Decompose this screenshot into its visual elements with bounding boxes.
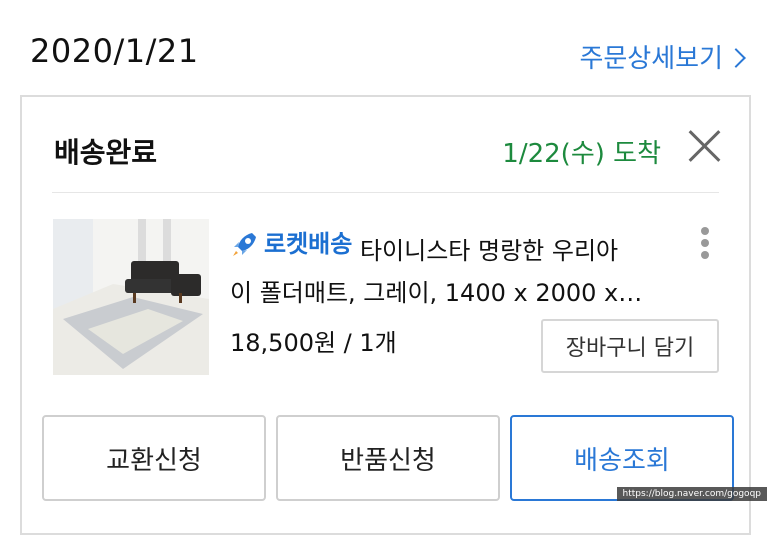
exchange-button[interactable]: 교환신청 (42, 415, 266, 501)
return-button[interactable]: 반품신청 (276, 415, 500, 501)
divider (52, 192, 719, 193)
close-icon[interactable] (687, 129, 721, 163)
order-detail-label: 주문상세보기 (579, 44, 723, 74)
arrival-date: 1/22(수) 도착 (502, 139, 661, 169)
product-title-line2: 이 폴더매트, 그레이, 1400 x 2000 x… (230, 279, 643, 307)
more-vertical-icon[interactable] (699, 227, 711, 265)
product-thumbnail[interactable] (53, 219, 209, 375)
product-title-line1: 타이니스타 명랑한 우리아 (359, 237, 619, 265)
watermark: https://blog.naver.com/gogoqp (616, 487, 767, 501)
rocket-delivery-badge: 로켓배송 (230, 223, 352, 265)
product-title[interactable]: 로켓배송 타이니스타 명랑한 우리아 이 폴더매트, 그레이, 1400 x 2… (230, 223, 680, 314)
order-card: 배송완료 1/22(수) 도착 로켓배송 타이니스타 명랑한 우리아 이 폴더매… (20, 95, 751, 535)
price-quantity: 18,500원 / 1개 (230, 329, 397, 357)
chevron-right-icon (726, 47, 746, 68)
order-detail-link[interactable]: 주문상세보기 (579, 38, 747, 75)
order-date: 2020/1/21 (30, 32, 199, 70)
add-to-cart-button[interactable]: 장바구니 담기 (541, 319, 719, 373)
delivery-status: 배송완료 (54, 136, 158, 169)
rocket-badge-label: 로켓배송 (264, 230, 353, 258)
rocket-icon (233, 233, 256, 256)
